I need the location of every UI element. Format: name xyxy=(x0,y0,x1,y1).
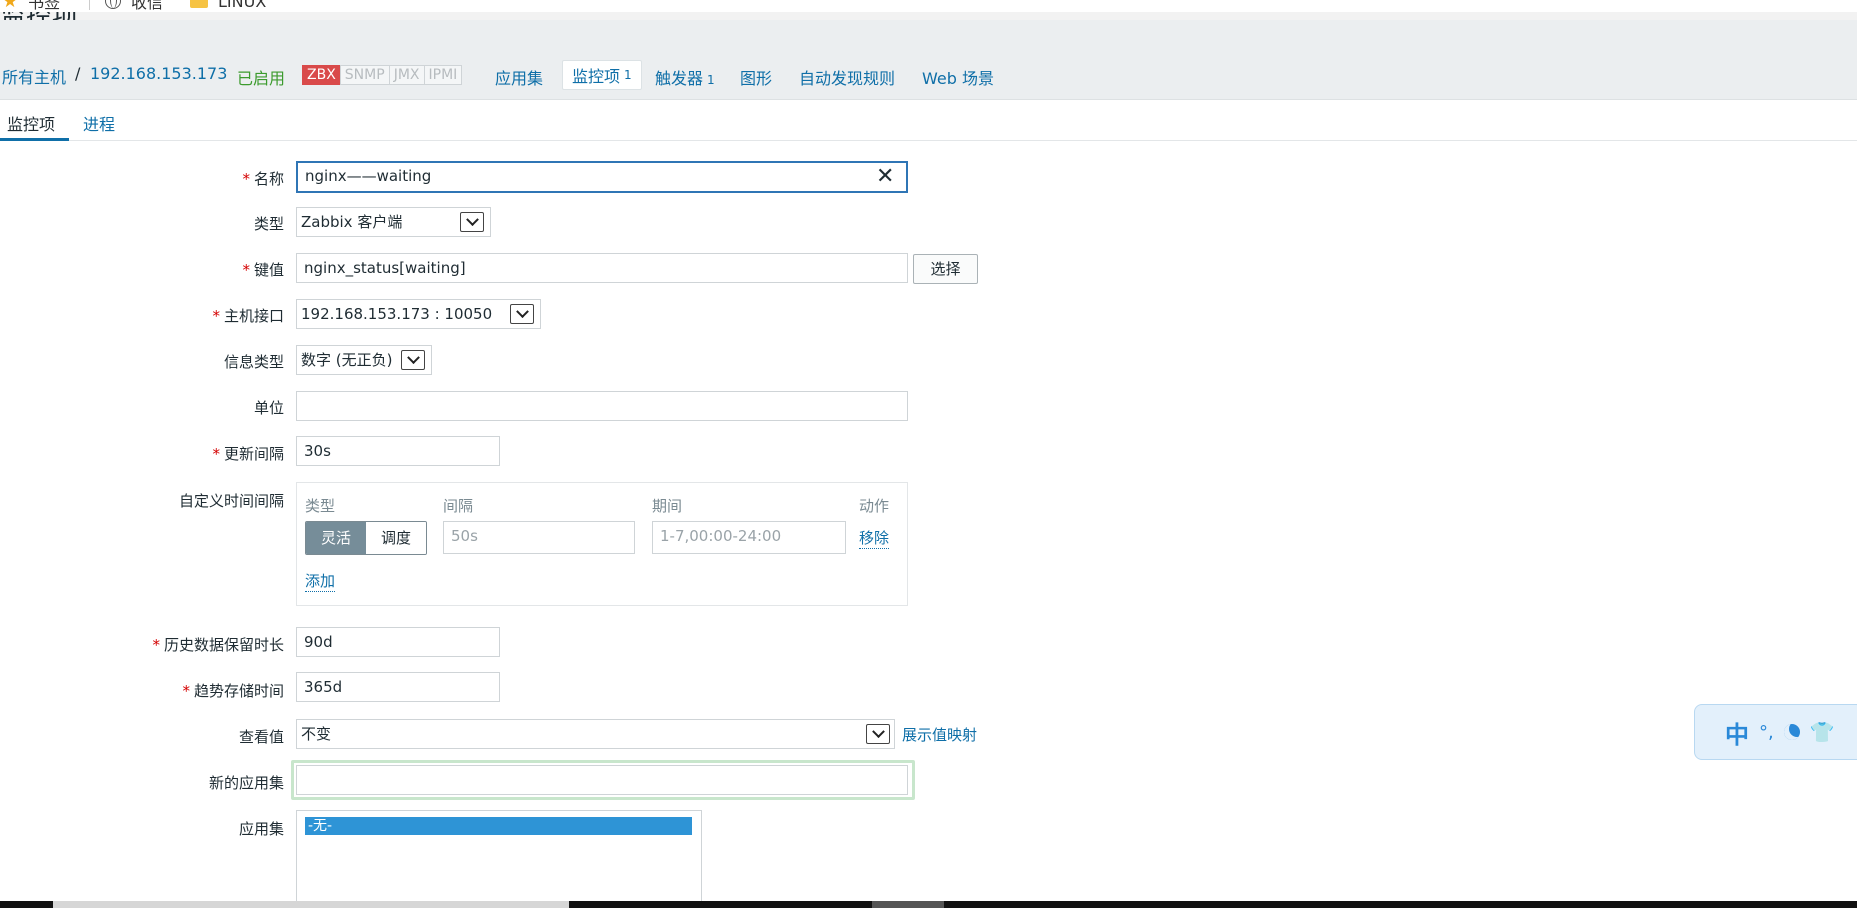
interval-type-toggle: 灵活 调度 xyxy=(305,521,428,555)
breadcrumb-separator: / xyxy=(75,64,81,83)
history-label: * 历史数据保留时长 xyxy=(152,636,284,654)
interval-input[interactable]: 50s xyxy=(443,521,635,554)
globe-icon xyxy=(105,0,121,9)
host-navigation: 所有主机 / 192.168.153.173 已启用 ZBX SNMP JMX … xyxy=(0,20,1857,100)
bookmark-label: 书签 xyxy=(28,0,61,12)
availability-badges: ZBX SNMP JMX IPMI xyxy=(302,65,463,85)
interface-select[interactable]: 192.168.153.173 : 10050 xyxy=(296,299,541,329)
tab-items-label: 监控项 xyxy=(572,67,621,86)
bookmark-item[interactable]: ★ 书签 xyxy=(2,0,61,12)
snmp-badge: SNMP xyxy=(339,65,390,85)
history-input[interactable]: 90d xyxy=(296,627,500,657)
tab-applications[interactable]: 应用集 xyxy=(495,65,543,89)
tab-triggers-label: 触发器 xyxy=(655,69,704,88)
key-select-button[interactable]: 选择 xyxy=(913,254,978,284)
taskbar-segment xyxy=(872,901,944,908)
flexible-button[interactable]: 灵活 xyxy=(306,522,367,554)
moon-icon[interactable] xyxy=(1783,724,1800,740)
show-value-mappings-link[interactable]: 展示值映射 xyxy=(902,724,977,745)
trends-label: * 趋势存储时间 xyxy=(182,682,284,700)
header-action: 动作 xyxy=(859,497,890,515)
header-interval: 间隔 xyxy=(443,497,474,515)
chevron-down-icon xyxy=(460,212,484,232)
units-label: 单位 xyxy=(253,399,284,417)
valuemap-select[interactable]: 不变 xyxy=(296,719,895,749)
info-type-select-value: 数字 (无正负) xyxy=(301,351,393,369)
clear-icon[interactable]: ✕ xyxy=(876,166,894,188)
update-interval-label: * 更新间隔 xyxy=(212,445,284,463)
remove-link[interactable]: 移除 xyxy=(859,527,890,549)
header-type: 类型 xyxy=(305,497,336,515)
trends-input[interactable]: 365d xyxy=(296,672,500,702)
new-application-label: 新的应用集 xyxy=(208,774,284,792)
chevron-down-icon xyxy=(510,304,534,324)
key-label: * 键值 xyxy=(242,261,284,279)
taskbar-scroll-area xyxy=(53,901,569,908)
page-header: 监控项 xyxy=(0,12,1857,20)
update-interval-input[interactable]: 30s xyxy=(296,436,500,466)
units-input[interactable] xyxy=(296,391,908,421)
valuemap-label: 查看值 xyxy=(238,728,284,746)
zbx-badge: ZBX xyxy=(302,65,341,85)
tab-discovery-rules[interactable]: 自动发现规则 xyxy=(799,65,895,89)
key-input[interactable]: nginx_status[waiting] xyxy=(296,253,908,283)
type-label: 类型 xyxy=(253,215,284,233)
bookmark-item[interactable]: 收信 xyxy=(105,0,164,12)
shirt-icon[interactable]: 👕 xyxy=(1810,720,1835,744)
ime-punctuation-toggle[interactable]: °, xyxy=(1759,722,1774,743)
tab-triggers-count: 1 xyxy=(707,73,715,87)
chevron-down-icon xyxy=(866,724,890,744)
tab-items-count: 1 xyxy=(624,68,632,82)
bookmarks-bar: ★ 书签 收信 LINUX xyxy=(0,0,1857,12)
bookmark-item[interactable]: LINUX xyxy=(190,0,266,11)
breadcrumb-host[interactable]: 192.168.153.173 xyxy=(90,64,227,83)
type-select-value: Zabbix 客户端 xyxy=(301,213,403,231)
ipmi-badge: IPMI xyxy=(423,65,463,85)
bookmark-separator xyxy=(89,0,90,10)
chevron-down-icon xyxy=(401,350,425,370)
header-period: 期间 xyxy=(652,497,683,515)
add-link[interactable]: 添加 xyxy=(305,570,336,592)
ime-language-toggle[interactable]: 中 xyxy=(1725,715,1749,750)
folder-icon xyxy=(190,0,208,8)
new-application-input[interactable] xyxy=(296,765,908,795)
application-option-none[interactable]: -无- xyxy=(305,817,692,835)
tab-items[interactable]: 监控项 1 xyxy=(562,60,642,90)
form-tabs: 监控项 进程 xyxy=(0,101,1857,141)
tab-triggers[interactable]: 触发器 1 xyxy=(655,65,715,89)
applications-listbox[interactable]: -无- xyxy=(296,810,702,908)
name-label: * 名称 xyxy=(242,170,284,188)
period-input[interactable]: 1-7,00:00-24:00 xyxy=(652,521,846,554)
taskbar xyxy=(0,901,1857,908)
info-type-select[interactable]: 数字 (无正负) xyxy=(296,345,432,375)
status-enabled[interactable]: 已启用 xyxy=(237,65,285,89)
page: ★ 书签 收信 LINUX 监控项 所有主机 / 192.168.153.173… xyxy=(0,0,1857,908)
type-select[interactable]: Zabbix 客户端 xyxy=(296,207,491,237)
ime-toolbar[interactable]: 中 °, 👕 xyxy=(1694,704,1857,760)
custom-intervals-label: 自定义时间间隔 xyxy=(178,492,284,510)
tab-graphs[interactable]: 图形 xyxy=(740,65,772,89)
valuemap-select-value: 不变 xyxy=(301,725,332,743)
active-tab-indicator xyxy=(0,138,69,141)
info-type-label: 信息类型 xyxy=(223,353,284,371)
breadcrumb-all-hosts[interactable]: 所有主机 xyxy=(2,64,66,88)
jmx-badge: JMX xyxy=(388,65,425,85)
custom-intervals-table: 类型 间隔 期间 动作 灵活 调度 50s 1-7,00:00-24:00 移除… xyxy=(296,482,908,606)
page-title: 监控项 xyxy=(0,12,78,20)
bookmark-label: LINUX xyxy=(218,0,267,11)
subtab-items[interactable]: 监控项 xyxy=(7,111,55,135)
bookmark-label: 收信 xyxy=(131,0,164,12)
interface-label: * 主机接口 xyxy=(212,307,284,325)
name-input[interactable]: nginx——waiting xyxy=(296,161,908,193)
tab-web-scenarios[interactable]: Web 场景 xyxy=(922,65,994,89)
scheduling-button[interactable]: 调度 xyxy=(366,522,427,554)
interface-select-value: 192.168.153.173 : 10050 xyxy=(301,305,493,323)
star-icon: ★ xyxy=(2,0,19,12)
subtab-process[interactable]: 进程 xyxy=(83,111,115,135)
applications-label: 应用集 xyxy=(238,820,284,838)
